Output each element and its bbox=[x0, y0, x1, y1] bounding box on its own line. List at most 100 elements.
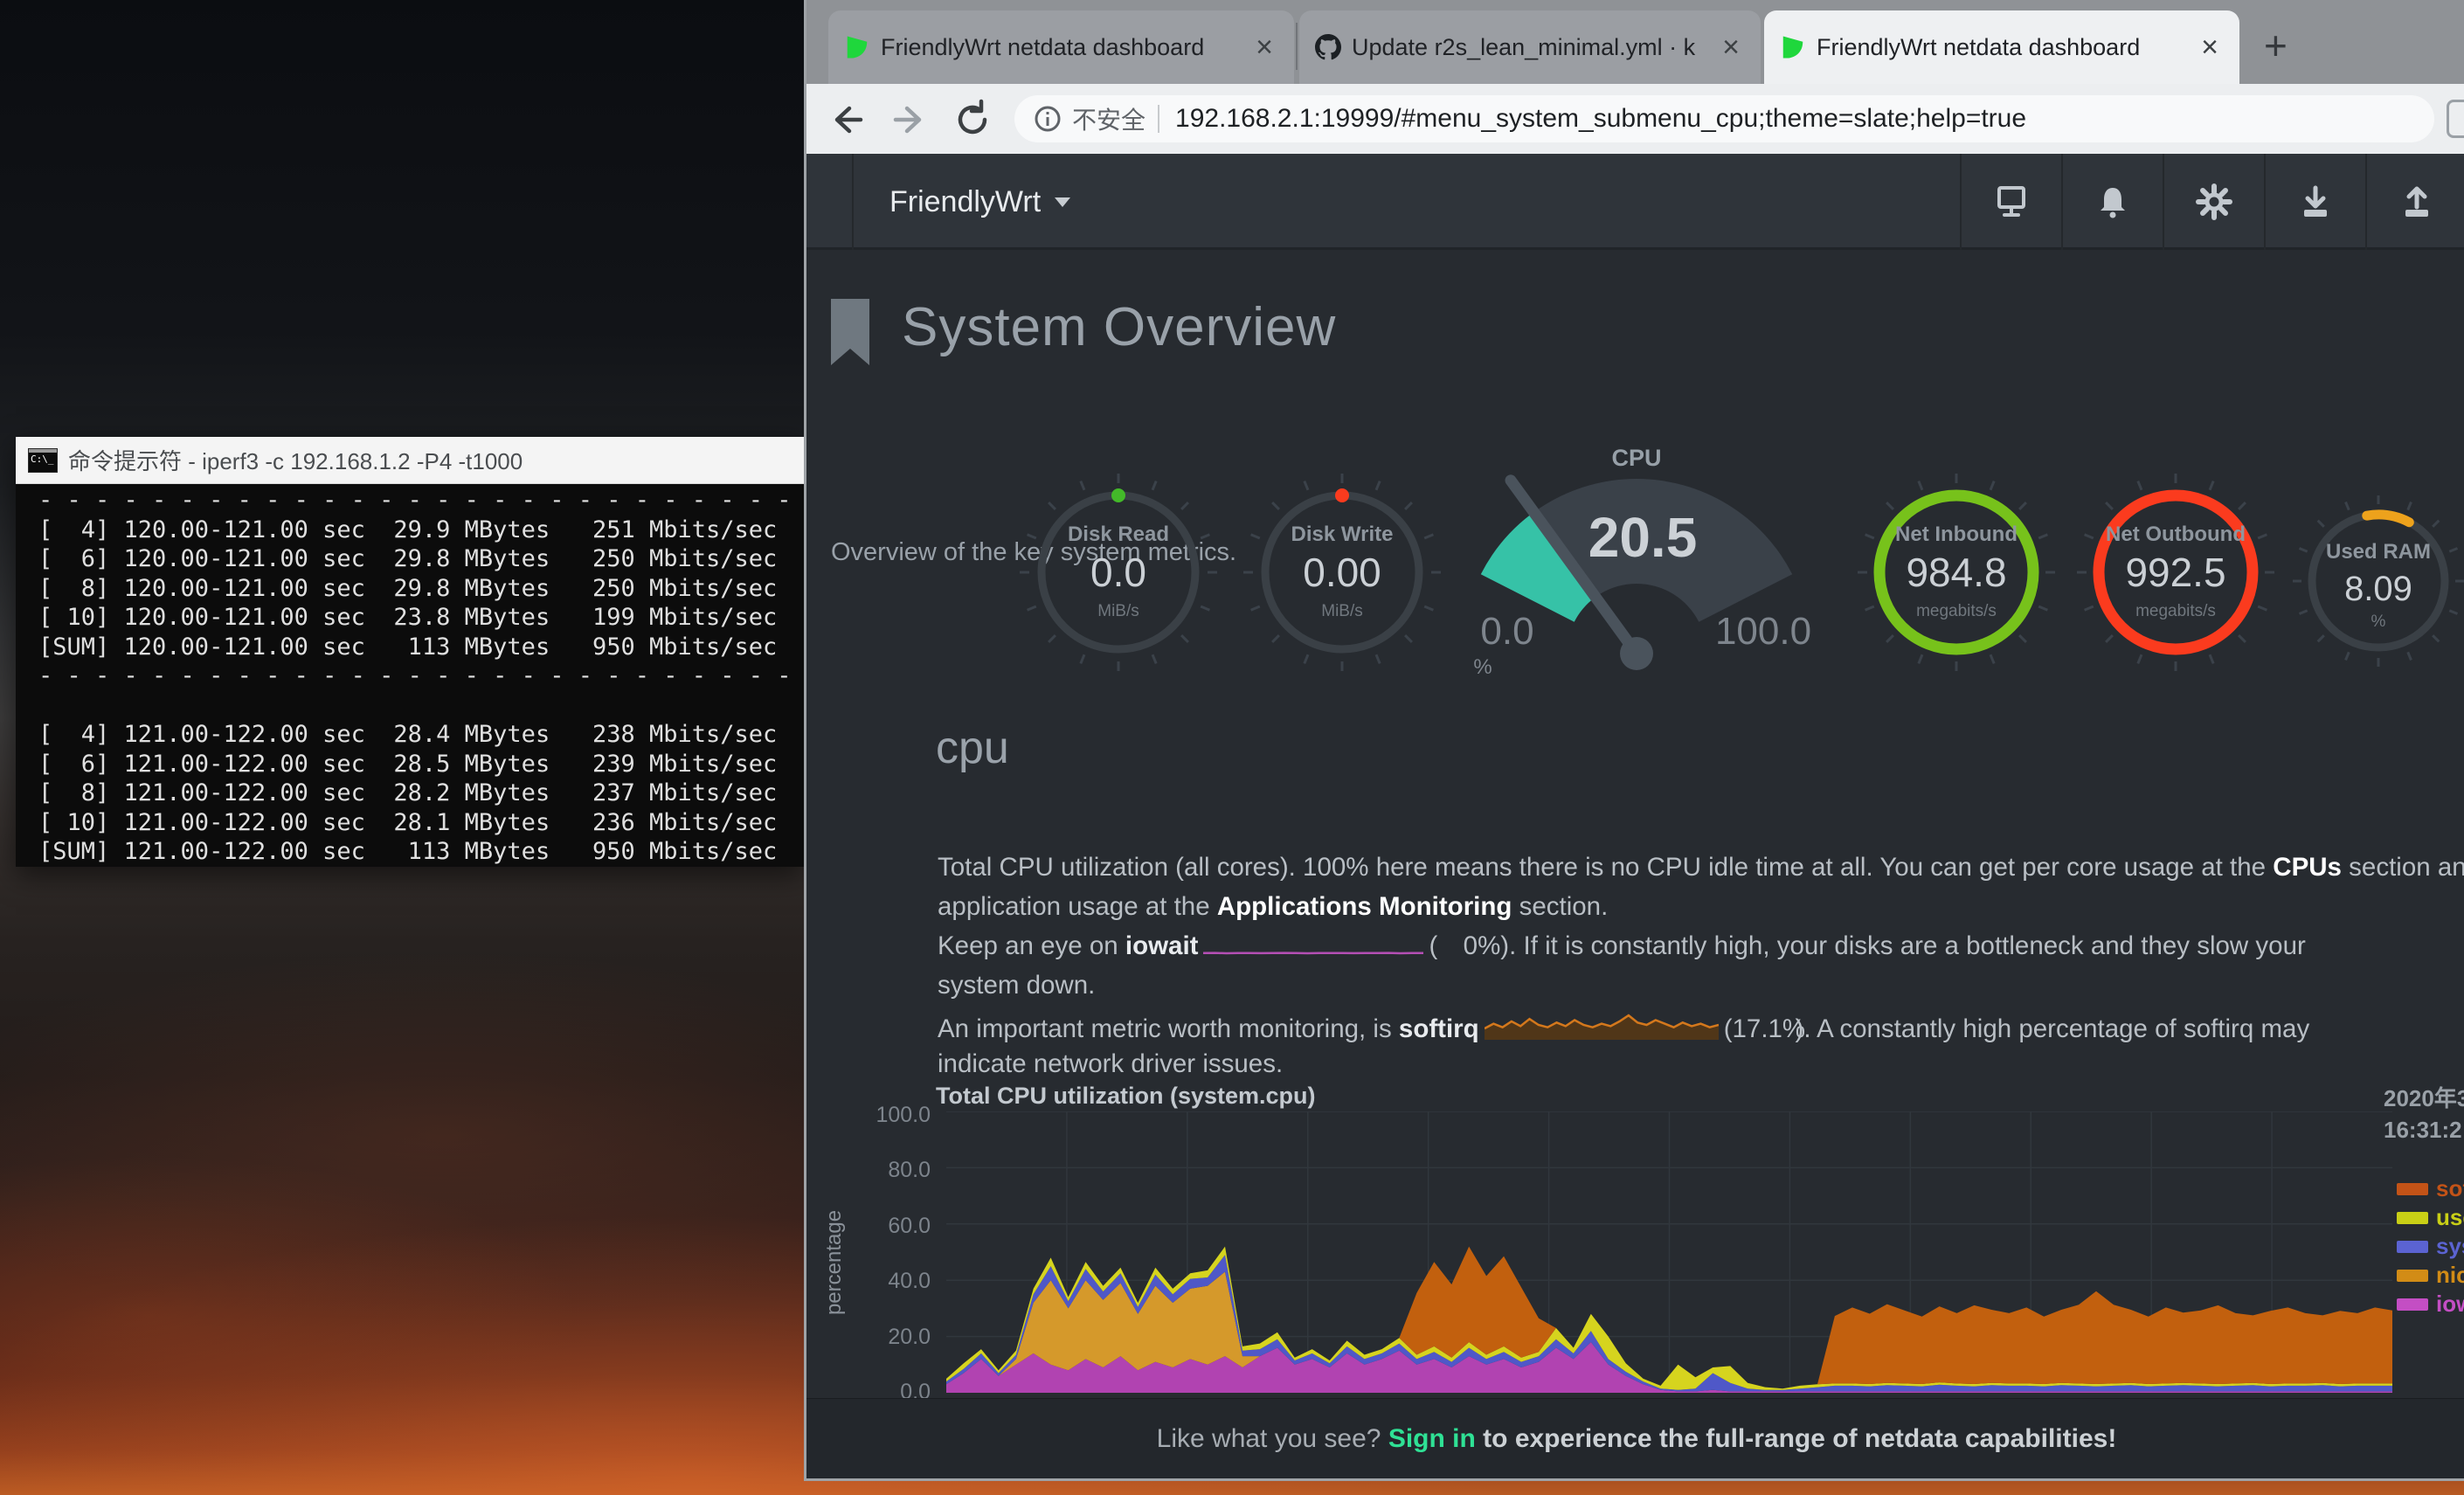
softirq-sparkline bbox=[1485, 1007, 1719, 1041]
tab-divider bbox=[1296, 23, 1298, 70]
export-snapshot-button[interactable] bbox=[2367, 154, 2464, 250]
y-axis-tick: 20.0 bbox=[855, 1325, 931, 1350]
browser-toolbar: 不安全 192.168.2.1:19999/#menu_system_subme… bbox=[806, 84, 2464, 154]
reload-button[interactable] bbox=[950, 96, 995, 142]
settings-button[interactable] bbox=[2164, 154, 2264, 250]
y-axis-tick: 80.0 bbox=[855, 1158, 931, 1183]
omnibox-divider bbox=[1158, 105, 1159, 133]
gauge-used-ram[interactable]: Used RAM 8.09 % bbox=[2274, 476, 2464, 686]
terminal-window[interactable]: C:\_ 命令提示符 - iperf3 -c 192.168.1.2 -P4 -… bbox=[16, 437, 804, 867]
new-tab-button[interactable]: + bbox=[2264, 26, 2288, 65]
forward-button[interactable] bbox=[887, 96, 932, 142]
y-axis-tick: 100.0 bbox=[855, 1103, 931, 1128]
softirq-value: 17.1% bbox=[1733, 1012, 1796, 1047]
svg-text:0.00: 0.00 bbox=[1303, 550, 1381, 595]
brand-label: FriendlyWrt bbox=[889, 185, 1041, 219]
legend-item[interactable]: iow bbox=[2397, 1290, 2464, 1319]
tab-title: Update r2s_lean_minimal.yml · k bbox=[1352, 34, 1705, 61]
legend-label: soft bbox=[2436, 1175, 2464, 1202]
legend-label: iow bbox=[2436, 1291, 2464, 1318]
y-axis-label: percentage bbox=[822, 1210, 847, 1315]
cpu-section-heading: cpu bbox=[936, 722, 1009, 774]
gauge-net-inbound[interactable]: Net Inbound 984.8 megabits/s bbox=[1851, 467, 2061, 677]
sign-in-link[interactable]: Sign in bbox=[1388, 1424, 1476, 1453]
terminal-line: [ 6] 121.00-122.00 sec 28.5 MBytes 239 M… bbox=[38, 750, 804, 779]
gauge-disk-read[interactable]: Disk Read 0.0 MiB/s bbox=[1014, 467, 1223, 677]
gauge-net-outbound[interactable]: Net Outbound 992.5 megabits/s bbox=[2071, 467, 2281, 677]
desktop: C:\_ 命令提示符 - iperf3 -c 192.168.1.2 -P4 -… bbox=[0, 0, 2464, 1495]
address-bar[interactable]: 不安全 192.168.2.1:19999/#menu_system_subme… bbox=[1014, 95, 2434, 142]
close-icon[interactable]: × bbox=[1717, 32, 1745, 62]
terminal-line: [ 10] 121.00-122.00 sec 28.1 MBytes 236 … bbox=[38, 808, 804, 838]
netdata-icon bbox=[844, 34, 870, 60]
extension-icon[interactable] bbox=[2447, 100, 2464, 138]
tab-github[interactable]: Update r2s_lean_minimal.yml · k × bbox=[1299, 10, 1761, 84]
cpu-description-line6: indicate network driver issues. bbox=[938, 1047, 1283, 1082]
monitor-icon bbox=[1990, 181, 2032, 223]
terminal-line bbox=[38, 691, 804, 721]
svg-text:Disk Write: Disk Write bbox=[1291, 523, 1394, 546]
svg-text:100.0: 100.0 bbox=[1715, 610, 1811, 653]
legend-swatch bbox=[2397, 1212, 2428, 1224]
svg-text:MiB/s: MiB/s bbox=[1321, 602, 1363, 620]
chevron-down-icon bbox=[1055, 197, 1070, 207]
cpu-description-line4: system down. bbox=[938, 968, 1095, 1003]
alarms-button[interactable] bbox=[2063, 154, 2163, 250]
terminal-line: - - - - - - - - - - - - - - - - - - - - … bbox=[38, 486, 804, 516]
terminal-line: [ 10] 120.00-121.00 sec 23.8 MBytes 199 … bbox=[38, 603, 804, 633]
chart-title: Total CPU utilization (system.cpu) bbox=[936, 1083, 1316, 1110]
print-dashboard-button[interactable] bbox=[1962, 154, 2061, 250]
legend-label: sys bbox=[2436, 1233, 2464, 1260]
svg-text:0.0: 0.0 bbox=[1480, 610, 1533, 653]
cpu-utilization-chart[interactable] bbox=[946, 1111, 2392, 1393]
close-icon[interactable]: × bbox=[2196, 32, 2224, 62]
terminal-line: [SUM] 121.00-122.00 sec 113 MBytes 950 M… bbox=[38, 837, 804, 867]
netdata-icon bbox=[1780, 34, 1806, 60]
svg-text:992.5: 992.5 bbox=[2125, 550, 2225, 595]
info-icon[interactable] bbox=[1032, 103, 1063, 135]
netdata-page: FriendlyWrt bbox=[806, 154, 2464, 1481]
legend-item[interactable]: soft bbox=[2397, 1174, 2464, 1203]
terminal-line: [ 8] 121.00-122.00 sec 28.2 MBytes 237 M… bbox=[38, 779, 804, 808]
terminal-line: [ 4] 120.00-121.00 sec 29.9 MBytes 251 M… bbox=[38, 516, 804, 545]
terminal-line: - - - - - - - - - - - - - - - - - - - - … bbox=[38, 661, 804, 691]
cpus-link[interactable]: CPUs bbox=[2273, 853, 2342, 882]
url-text[interactable]: 192.168.2.1:19999/#menu_system_submenu_c… bbox=[1175, 104, 2026, 134]
chart-timestamp: 2020年3 16:31:2 bbox=[2384, 1083, 2464, 1145]
applications-monitoring-link[interactable]: Applications Monitoring bbox=[1217, 892, 1512, 921]
y-axis-tick: 60.0 bbox=[855, 1214, 931, 1239]
gauge-disk-write[interactable]: Disk Write 0.00 MiB/s bbox=[1237, 467, 1447, 677]
legend-swatch bbox=[2397, 1183, 2428, 1195]
svg-text:CPU: CPU bbox=[1611, 445, 1661, 471]
legend-label: nice bbox=[2436, 1262, 2464, 1289]
terminal-titlebar[interactable]: C:\_ 命令提示符 - iperf3 -c 192.168.1.2 -P4 -… bbox=[16, 437, 804, 484]
svg-text:984.8: 984.8 bbox=[1906, 550, 2006, 595]
legend-item[interactable]: use bbox=[2397, 1203, 2464, 1232]
svg-text:Net Outbound: Net Outbound bbox=[2106, 523, 2246, 546]
terminal-output: - - - - - - - - - - - - - - - - - - - - … bbox=[16, 484, 804, 867]
cpu-description-line5: An important metric worth monitoring, is… bbox=[938, 1007, 2309, 1047]
signin-bar: Like what you see? Sign in to experience… bbox=[806, 1398, 2464, 1478]
import-snapshot-button[interactable] bbox=[2266, 154, 2365, 250]
svg-text:%: % bbox=[2371, 613, 2386, 631]
svg-text:megabits/s: megabits/s bbox=[1916, 602, 1997, 620]
terminal-line: [SUM] 120.00-121.00 sec 113 MBytes 950 M… bbox=[38, 633, 804, 662]
gauge-cpu[interactable]: CPU 20.5 0.0 % 100.0 bbox=[1462, 441, 1829, 703]
browser-window: FriendlyWrt netdata dashboard × Update r… bbox=[804, 0, 2464, 1481]
svg-text:Net Inbound: Net Inbound bbox=[1895, 523, 2018, 546]
close-icon[interactable]: × bbox=[1250, 32, 1278, 62]
tab-strip: FriendlyWrt netdata dashboard × Update r… bbox=[806, 0, 2464, 84]
svg-text:megabits/s: megabits/s bbox=[2135, 602, 2216, 620]
bell-icon bbox=[2092, 181, 2134, 223]
tab-netdata-1[interactable]: FriendlyWrt netdata dashboard × bbox=[828, 10, 1294, 84]
svg-text:20.5: 20.5 bbox=[1588, 506, 1698, 569]
brand-dropdown[interactable]: FriendlyWrt bbox=[889, 154, 1070, 250]
gauge-dot bbox=[1111, 488, 1125, 502]
tab-netdata-2-active[interactable]: FriendlyWrt netdata dashboard × bbox=[1764, 10, 2239, 84]
svg-text:%: % bbox=[1473, 655, 1492, 679]
svg-text:MiB/s: MiB/s bbox=[1097, 602, 1139, 620]
legend-swatch bbox=[2397, 1298, 2428, 1311]
legend-item[interactable]: nice bbox=[2397, 1261, 2464, 1290]
legend-item[interactable]: sys bbox=[2397, 1232, 2464, 1261]
back-button[interactable] bbox=[824, 96, 869, 142]
